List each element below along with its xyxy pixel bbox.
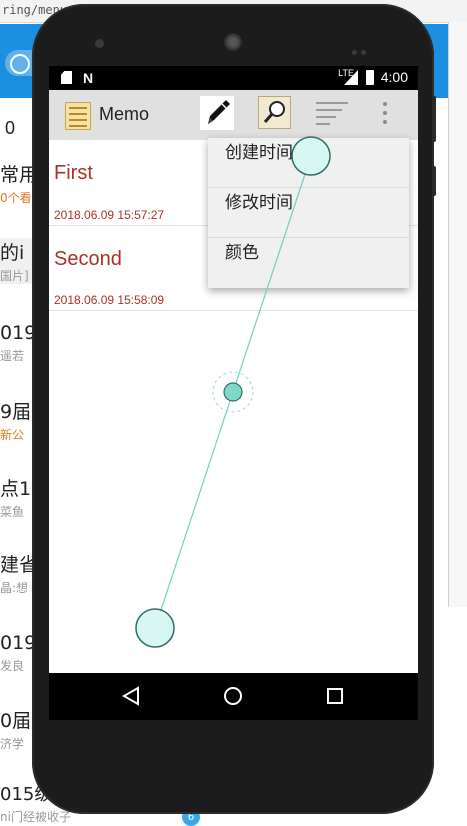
note-date: 2018.06.09 15:58:09: [54, 293, 165, 307]
app-title: Memo: [99, 104, 150, 124]
sort-icon[interactable]: [316, 102, 348, 128]
menu-item-sort-modified[interactable]: 修改时间: [208, 188, 409, 238]
back-icon[interactable]: [121, 686, 139, 706]
proximity-sensors: [352, 40, 380, 55]
power-button[interactable]: [432, 166, 436, 196]
new-note-pencil-icon[interactable]: [200, 96, 234, 130]
recents-icon[interactable]: [327, 688, 343, 704]
network-type: LTE: [338, 68, 354, 78]
front-camera: [95, 39, 104, 48]
sd-card-icon: [61, 71, 72, 84]
overflow-menu-icon[interactable]: [381, 102, 389, 128]
background-side-panel: [448, 22, 467, 607]
note-title: Second: [54, 248, 122, 270]
app-toolbar: Memo: [49, 90, 418, 140]
nav-buttons: [121, 686, 343, 706]
menu-item-sort-created[interactable]: 创建时间: [208, 138, 409, 188]
battery-icon: [366, 70, 374, 85]
pencil-icon: [208, 100, 230, 124]
navigation-bar: [49, 673, 418, 720]
note-title: First: [54, 162, 93, 184]
menu-item-sort-color[interactable]: 颜色: [208, 238, 409, 288]
memo-app-icon: [65, 102, 91, 130]
magnifier-icon: [263, 101, 285, 123]
status-time: 4:00: [380, 69, 408, 85]
background-search-icon: [10, 54, 30, 74]
phone-screen: N LTE 4:00 Memo First 2018.06.09 15:57:2…: [49, 66, 418, 720]
background-counter: 0: [5, 118, 16, 138]
note-date: 2018.06.09 15:57:27: [54, 208, 165, 222]
volume-button[interactable]: [432, 96, 436, 142]
status-bar: N LTE 4:00: [49, 66, 418, 90]
search-button[interactable]: [258, 96, 291, 129]
divider: [49, 310, 418, 311]
sort-dropdown-menu: 创建时间 修改时间 颜色: [208, 138, 409, 288]
n-notification-icon: N: [83, 70, 94, 86]
earpiece-speaker: [224, 33, 242, 51]
home-icon[interactable]: [224, 687, 242, 705]
